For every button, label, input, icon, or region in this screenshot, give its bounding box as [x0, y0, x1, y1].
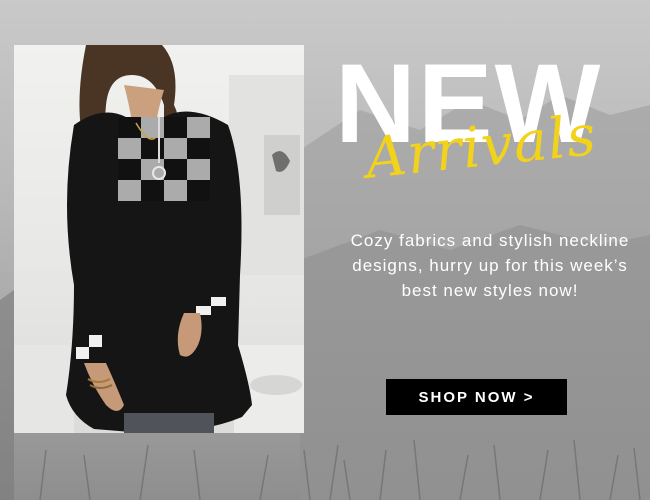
promo-banner: NEW Arrivals Cozy fabrics and stylish ne… — [0, 0, 650, 500]
product-photo[interactable] — [14, 45, 304, 433]
promo-description: Cozy fabrics and stylish neckline design… — [350, 231, 630, 300]
grass-foreground — [39, 439, 641, 500]
shop-now-button[interactable]: SHOP NOW > — [386, 379, 567, 415]
